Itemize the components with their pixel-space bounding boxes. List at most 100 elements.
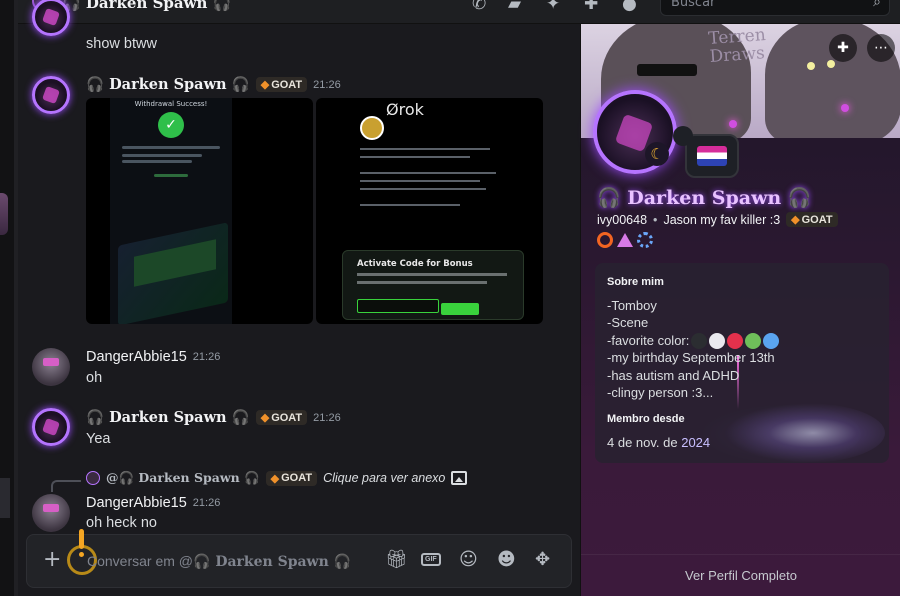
avatar[interactable] <box>32 408 70 446</box>
search-input[interactable]: Buscar ⌕ <box>660 0 890 16</box>
about-me-card: Sobre mim -Tomboy -Scene -favorite color… <box>595 263 889 463</box>
goat-badge[interactable]: ◆ GOAT <box>265 470 318 486</box>
reply-author[interactable]: @🎧 Darken Spawn 🎧 <box>106 470 260 486</box>
message-author[interactable]: 🎧 Darken Spawn 🎧 ◆ GOAT 21:26 <box>86 409 341 426</box>
avatar-image <box>360 116 384 140</box>
text-line <box>122 160 192 163</box>
check-icon: ✓ <box>158 112 184 138</box>
about-text: -Tomboy -Scene -favorite color: -my birt… <box>607 297 780 402</box>
badge-label: GOAT <box>271 78 303 91</box>
reply-connector <box>51 480 81 492</box>
color-dot <box>691 333 708 350</box>
bi-flag-icon <box>697 146 727 166</box>
banner-signature: Terren Draws <box>707 25 767 67</box>
status-bubble[interactable] <box>673 126 739 178</box>
timestamp: 21:26 <box>313 411 341 424</box>
image-icon <box>451 471 468 485</box>
divider <box>581 554 900 555</box>
about-line: -my birthday September 13th <box>607 350 775 366</box>
hypesquad-badge-icon[interactable] <box>597 232 613 248</box>
message-author[interactable]: 🎧 Darken Spawn 🎧 ◆ GOAT 21:26 <box>86 76 341 93</box>
bonus-card-image: Activate Code for Bonus <box>342 250 524 320</box>
profile-pronouns: Jason my fav killer :3 <box>663 212 781 227</box>
badge-label: GOAT <box>281 472 313 484</box>
text-line <box>357 281 487 284</box>
image-attachment[interactable]: Withdrawal Success! ✓ <box>86 98 313 324</box>
avatar[interactable] <box>32 0 70 36</box>
text-line <box>122 146 220 149</box>
avatar[interactable] <box>32 348 70 386</box>
idle-status-icon: ☾ <box>645 142 669 166</box>
message-list: show btww 🎧 Darken Spawn 🎧 ◆ GOAT 21:26 W… <box>18 0 580 596</box>
profile-badges <box>597 232 653 248</box>
server-list <box>0 0 14 596</box>
emoji-icon[interactable]: ☻ <box>497 549 516 570</box>
more-options-button[interactable]: ⋯ <box>867 34 895 62</box>
add-friend-icon[interactable]: ✚ <box>584 0 598 14</box>
exclamation-dot <box>79 552 84 557</box>
flame-icon: ◆ <box>270 472 280 485</box>
gift-icon[interactable]: 🎁︎ <box>385 549 408 570</box>
banner-art <box>841 104 849 112</box>
sticker-icon[interactable]: ☺ <box>459 549 478 570</box>
call-icon[interactable]: ✆ <box>472 0 486 14</box>
about-line: -Tomboy <box>607 298 657 313</box>
favorite-colors <box>691 333 780 350</box>
author-name[interactable]: DangerAbbie15 <box>86 495 187 511</box>
message-text: show btww <box>86 36 157 52</box>
member-since-heading: Membro desde <box>607 413 685 425</box>
text-line <box>360 188 486 190</box>
banner-art <box>807 62 815 70</box>
composer-placeholder[interactable]: Conversar em @🎧 Darken Spawn 🎧 <box>87 553 351 570</box>
message-composer[interactable]: + Conversar em @🎧 Darken Spawn 🎧 🎁︎ GIF … <box>26 529 572 588</box>
flame-icon: ◆ <box>791 214 800 226</box>
avatar[interactable] <box>32 76 70 114</box>
view-full-profile-button[interactable]: Ver Perfil Completo <box>581 568 900 583</box>
banner-art <box>827 60 835 68</box>
color-dot <box>709 333 726 350</box>
message-author[interactable]: DangerAbbie15 21:26 <box>86 349 220 365</box>
grok-logo: Ørok <box>386 100 424 119</box>
text-line <box>360 180 480 182</box>
apps-icon[interactable]: ✥ <box>535 549 550 570</box>
exclamation-icon <box>79 529 84 549</box>
author-name[interactable]: 🎧 Darken Spawn 🎧 <box>86 409 250 426</box>
nitro-badge-icon[interactable] <box>637 232 653 248</box>
add-friend-button[interactable]: ✚ <box>829 34 857 62</box>
message-text: oh <box>86 370 103 386</box>
profile-toggle-icon[interactable]: ● <box>622 0 637 14</box>
video-icon[interactable]: ▰ <box>508 0 521 14</box>
triangle-badge-icon[interactable] <box>617 233 633 247</box>
goat-badge[interactable]: ◆ GOAT <box>255 77 308 92</box>
member-since-year: 2024 <box>681 435 711 450</box>
author-name[interactable]: 🎧 Darken Spawn 🎧 <box>86 76 250 93</box>
attach-plus-icon[interactable]: + <box>43 547 61 572</box>
goat-badge[interactable]: ◆ GOAT <box>255 410 308 425</box>
withdrawal-title: Withdrawal Success! <box>134 100 208 108</box>
color-dot <box>745 333 762 350</box>
reply-attachment-link[interactable]: Clique para ver anexo <box>323 471 445 485</box>
dm-header: 🎧 Darken Spawn 🎧 ✆ ▰ ✦ ✚ ● Buscar ⌕ <box>18 0 900 24</box>
about-line: -has autism and ADHD <box>607 367 740 383</box>
bubble-tail <box>673 126 693 146</box>
reply-preview[interactable]: @🎧 Darken Spawn 🎧 ◆ GOAT Clique para ver … <box>86 470 468 486</box>
text-line <box>122 154 202 157</box>
pin-icon[interactable]: ✦ <box>546 0 560 14</box>
gif-icon[interactable]: GIF <box>421 553 441 566</box>
search-placeholder: Buscar <box>671 0 716 10</box>
badge-label: GOAT <box>271 411 303 424</box>
profile-panel: Terren Draws ✚ ⋯ ☾ 🎧 Darken Spawn 🎧 ivy00… <box>580 24 900 596</box>
about-line-text: -favorite color: <box>607 332 690 348</box>
server-list-edge <box>0 478 10 518</box>
author-name[interactable]: DangerAbbie15 <box>86 349 187 365</box>
profile-subline: ivy00648 • Jason my fav killer :3 ◆ GOAT <box>597 212 838 227</box>
withdrawal-screenshot: Withdrawal Success! ✓ <box>110 98 232 324</box>
flame-icon: ◆ <box>260 412 270 424</box>
message-author[interactable]: DangerAbbie15 21:26 <box>86 495 220 511</box>
avatar[interactable] <box>32 494 70 532</box>
image-attachment[interactable]: Ørok Activate Code for Bonus <box>316 98 543 324</box>
profile-username[interactable]: ivy00648 <box>597 213 647 227</box>
about-line: -clingy person :3... <box>607 385 714 401</box>
server-icon[interactable] <box>0 193 8 235</box>
goat-badge[interactable]: ◆ GOAT <box>786 212 838 227</box>
